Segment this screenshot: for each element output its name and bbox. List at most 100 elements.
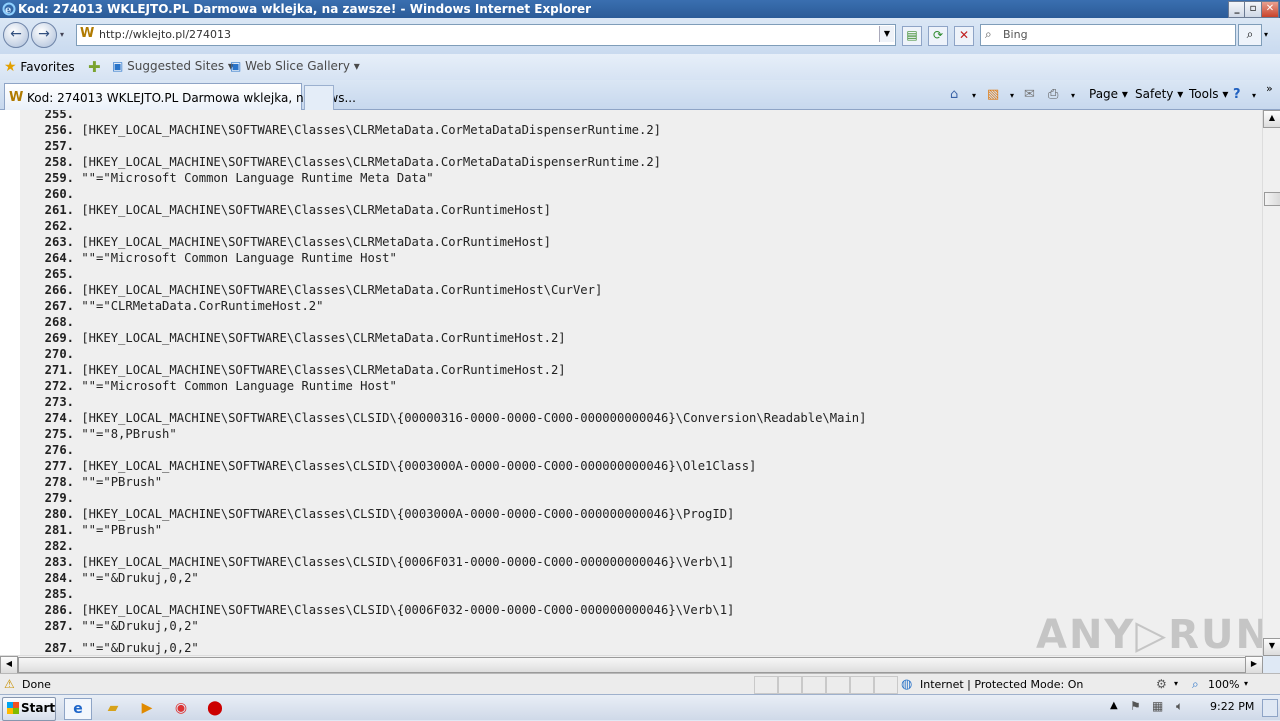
code-line: 265. — [44, 267, 74, 281]
code-line: 259. ""="Microsoft Common Language Runti… — [44, 171, 434, 185]
page-menu[interactable]: Page ▾ — [1089, 87, 1128, 101]
vertical-scroll-thumb[interactable] — [1264, 192, 1280, 206]
more-commands-icon[interactable]: » — [1266, 82, 1273, 95]
status-bar: ⚠ Done ◍ Internet | Protected Mode: On ⚙… — [0, 673, 1280, 694]
home-icon[interactable]: ⌂ — [950, 87, 958, 102]
scroll-up-icon[interactable]: ▲ — [1263, 110, 1280, 128]
system-clock[interactable]: 9:22 PM — [1210, 700, 1254, 713]
taskbar-stop-app-icon[interactable]: ⬤ — [202, 698, 228, 718]
print-icon[interactable]: ⎙ — [1048, 87, 1058, 102]
status-pane — [802, 676, 826, 694]
address-dropdown-icon[interactable]: ▼ — [879, 26, 894, 42]
internet-explorer-icon: e — [2, 2, 16, 16]
popup-blocker-icon[interactable]: ⚙ — [1156, 677, 1167, 691]
popup-dropdown-icon[interactable]: ▾ — [1174, 679, 1178, 688]
favorites-bar: ★ Favorites ✚ ▣ Suggested Sites ▾ ▣ Web … — [0, 54, 1280, 80]
code-line: 278. ""="PBrush" — [44, 475, 163, 489]
scroll-down-icon[interactable]: ▼ — [1263, 638, 1280, 656]
read-mail-icon[interactable]: ✉ — [1024, 87, 1035, 102]
address-field[interactable]: W http://wklejto.pl/274013 ▼ — [76, 24, 896, 46]
address-url[interactable]: http://wklejto.pl/274013 — [99, 28, 231, 41]
help-icon[interactable]: ? — [1233, 87, 1241, 102]
home-dropdown-icon[interactable]: ▾ — [972, 91, 976, 100]
recent-pages-dropdown-icon[interactable]: ▾ — [60, 30, 64, 39]
warning-icon: ⚠ — [4, 677, 15, 691]
print-dropdown-icon[interactable]: ▾ — [1071, 91, 1075, 100]
forward-arrow-icon: → — [38, 26, 50, 42]
code-line: 277. [HKEY_LOCAL_MACHINE\SOFTWARE\Classe… — [44, 459, 757, 473]
back-arrow-icon: ← — [10, 26, 22, 42]
scroll-left-icon[interactable]: ◀ — [0, 656, 18, 674]
code-line: 258. [HKEY_LOCAL_MACHINE\SOFTWARE\Classe… — [44, 155, 662, 169]
code-line: 266. [HKEY_LOCAL_MACHINE\SOFTWARE\Classe… — [44, 283, 603, 297]
show-desktop-button[interactable] — [1262, 699, 1278, 717]
code-line: 286. [HKEY_LOCAL_MACHINE\SOFTWARE\Classe… — [44, 603, 735, 617]
network-icon[interactable]: ▦ — [1152, 699, 1163, 713]
windows-taskbar: Start e ▰ ▶ ◉ ⬤ ▲ ⚑ ▦ 🔈︎ 9:22 PM — [0, 694, 1280, 721]
suggested-sites-icon: ▣ — [112, 59, 124, 73]
refresh-icon[interactable]: ⟳ — [928, 26, 948, 46]
rss-feeds-icon[interactable]: ▧ — [987, 87, 999, 102]
back-button[interactable]: ← — [3, 22, 29, 48]
code-line: 281. ""="PBrush" — [44, 523, 163, 537]
site-favicon-icon: W — [80, 26, 95, 41]
security-zone[interactable]: Internet | Protected Mode: On — [920, 678, 1083, 691]
code-line: 276. — [44, 443, 74, 457]
code-line: 256. [HKEY_LOCAL_MACHINE\SOFTWARE\Classe… — [44, 123, 662, 137]
taskbar-chrome-icon[interactable]: ◉ — [168, 698, 194, 718]
site-favicon-icon: W — [9, 90, 24, 105]
new-tab-button[interactable] — [304, 85, 334, 111]
tab-active[interactable]: W Kod: 274013 WKLEJTO.PL Darmowa wklejka… — [4, 83, 356, 111]
taskbar-explorer-folder-icon[interactable]: ▰ — [100, 698, 126, 718]
feeds-dropdown-icon[interactable]: ▾ — [1010, 91, 1014, 100]
horizontal-scroll-thumb[interactable] — [18, 657, 1246, 673]
close-window-button[interactable]: ✕ — [1261, 1, 1279, 18]
zoom-dropdown-icon[interactable]: ▾ — [1244, 679, 1248, 688]
web-slice-icon: ▣ — [230, 59, 242, 73]
bing-search-icon: ⌕ — [985, 27, 992, 41]
favorites-button[interactable]: ★ Favorites — [4, 59, 75, 75]
code-line: 284. ""="&Drukuj,0,2" — [44, 571, 199, 585]
code-line: 279. — [44, 491, 74, 505]
suggested-sites-link[interactable]: ▣ Suggested Sites ▾ — [112, 59, 234, 73]
help-dropdown-icon[interactable]: ▾ — [1252, 91, 1256, 100]
tools-menu[interactable]: Tools ▾ — [1189, 87, 1228, 101]
web-slice-gallery-link[interactable]: ▣ Web Slice Gallery ▾ — [230, 59, 360, 73]
status-pane — [778, 676, 802, 694]
search-input[interactable]: ⌕ Bing — [980, 24, 1236, 46]
search-options-dropdown-icon[interactable]: ▾ — [1264, 30, 1268, 39]
code-line: 267. ""="CLRMetaData.CorRuntimeHost.2" — [44, 299, 324, 313]
tab-bar: W Kod: 274013 WKLEJTO.PL Darmowa wklejka… — [0, 80, 1280, 111]
safety-menu[interactable]: Safety ▾ — [1135, 87, 1183, 101]
window-title-bar: e Kod: 274013 WKLEJTO.PL Darmowa wklejka… — [0, 0, 1280, 18]
code-line: 287. ""="&Drukuj,0,2" — [44, 641, 199, 655]
code-line: 283. [HKEY_LOCAL_MACHINE\SOFTWARE\Classe… — [44, 555, 735, 569]
status-pane — [826, 676, 850, 694]
maximize-button[interactable]: ▫ — [1244, 1, 1262, 18]
volume-icon[interactable]: 🔈︎ — [1176, 699, 1183, 714]
scroll-right-icon[interactable]: ▶ — [1245, 656, 1263, 674]
start-button[interactable]: Start — [2, 697, 56, 721]
vertical-scrollbar[interactable]: ▲ ▼ — [1262, 110, 1280, 656]
horizontal-scrollbar[interactable]: ◀ ▶ — [0, 655, 1263, 674]
windows-logo-icon — [7, 702, 19, 714]
code-line: 273. — [44, 395, 74, 409]
action-center-flag-icon[interactable]: ⚑ — [1130, 699, 1141, 713]
add-to-favorites-icon[interactable]: ✚ — [88, 58, 101, 76]
code-line: 268. — [44, 315, 74, 329]
favorites-star-icon: ★ — [4, 59, 17, 75]
zoom-level[interactable]: 100% — [1208, 678, 1239, 691]
zoom-icon[interactable]: ⌕ — [1192, 677, 1199, 692]
code-listing: 255. 256. [HKEY_LOCAL_MACHINE\SOFTWARE\C… — [20, 110, 1262, 655]
compatibility-view-icon[interactable]: ▤ — [902, 26, 922, 46]
taskbar-media-player-icon[interactable]: ▶ — [134, 698, 160, 718]
code-line: 263. [HKEY_LOCAL_MACHINE\SOFTWARE\Classe… — [44, 235, 551, 249]
taskbar-internet-explorer-icon[interactable]: e — [64, 698, 92, 720]
stop-icon[interactable]: ✕ — [954, 26, 974, 46]
code-line: 271. [HKEY_LOCAL_MACHINE\SOFTWARE\Classe… — [44, 363, 566, 377]
search-placeholder: Bing — [1003, 28, 1028, 41]
forward-button[interactable]: → — [31, 22, 57, 48]
show-hidden-icons-icon[interactable]: ▲ — [1110, 700, 1118, 711]
code-line: 257. — [44, 139, 74, 153]
search-button[interactable]: ⌕ — [1238, 24, 1262, 46]
